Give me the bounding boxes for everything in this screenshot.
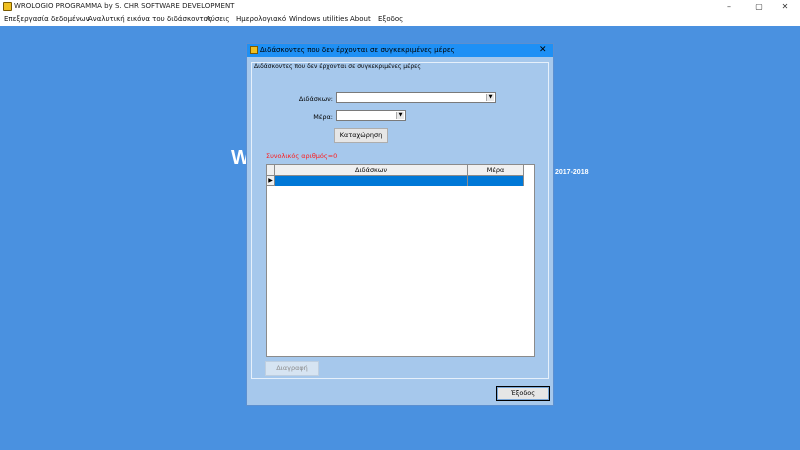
teacher-days-dialog: Διδάσκοντες που δεν έρχονται σε συγκεκρι… [246, 43, 554, 406]
app-logo-icon [3, 2, 12, 11]
dropdown-arrow-icon[interactable]: ▼ [486, 94, 494, 101]
table-row[interactable]: ▶ [267, 176, 524, 186]
column-header-day[interactable]: Μέρα [468, 165, 524, 176]
dialog-app-icon [250, 46, 258, 54]
teacher-select[interactable]: ▼ [336, 92, 496, 103]
table-header: Διδάσκων Μέρα [267, 165, 524, 176]
menu-item-data-editing[interactable]: Επεξεργασία δεδομένων [4, 15, 90, 23]
cell-teacher[interactable] [275, 176, 468, 186]
menu-item-calendar[interactable]: Ημερολογιακό [236, 15, 286, 23]
exit-button[interactable]: Έξοδος [496, 386, 550, 401]
dialog-title: Διδάσκοντες που δεν έρχονται σε συγκεκρι… [260, 46, 455, 54]
total-count-text: Συνολικός αριθμός=0 [266, 152, 338, 160]
delete-button[interactable]: Διαγραφή [265, 361, 319, 376]
menu-item-about[interactable]: About [350, 15, 371, 23]
app-title-bar: WROLOGIO PROGRAMMA by S. CHR SOFTWARE DE… [0, 0, 800, 14]
dialog-title-bar[interactable]: Διδάσκοντες που δεν έρχονται σε συγκεκρι… [247, 44, 553, 57]
row-indicator-icon: ▶ [267, 176, 275, 186]
menu-item-teacher-overview[interactable]: Αναλυτική εικόνα του διδάσκοντος [88, 15, 212, 23]
day-label: Μέρα: [313, 113, 333, 121]
dropdown-arrow-icon[interactable]: ▼ [396, 112, 404, 119]
background-year-text: 2017-2018 [555, 169, 589, 176]
menu-item-exit[interactable]: Εξοδος [378, 15, 403, 23]
app-title: WROLOGIO PROGRAMMA by S. CHR SOFTWARE DE… [14, 2, 235, 10]
teachers-table[interactable]: Διδάσκων Μέρα ▶ [266, 164, 535, 357]
group-box-title: Διδάσκοντες που δεν έρχονται σε συγκεκρι… [253, 63, 422, 70]
cell-day[interactable] [468, 176, 524, 186]
minimize-button[interactable]: – [714, 0, 744, 14]
teacher-label: Διδάσκων: [298, 95, 333, 103]
menu-bar: Επεξεργασία δεδομένων Αναλυτική εικόνα τ… [0, 14, 800, 26]
submit-button[interactable]: Καταχώρηση [334, 128, 388, 143]
dialog-close-button[interactable]: ✕ [539, 45, 547, 55]
menu-item-windows-utilities[interactable]: Windows utilities [289, 15, 348, 23]
column-header-teacher[interactable]: Διδάσκων [275, 165, 468, 176]
menu-item-solutions[interactable]: Λύσεις [206, 15, 230, 23]
close-window-button[interactable]: ✕ [770, 0, 800, 14]
day-select[interactable]: ▼ [336, 110, 406, 121]
table-header-corner [267, 165, 275, 176]
